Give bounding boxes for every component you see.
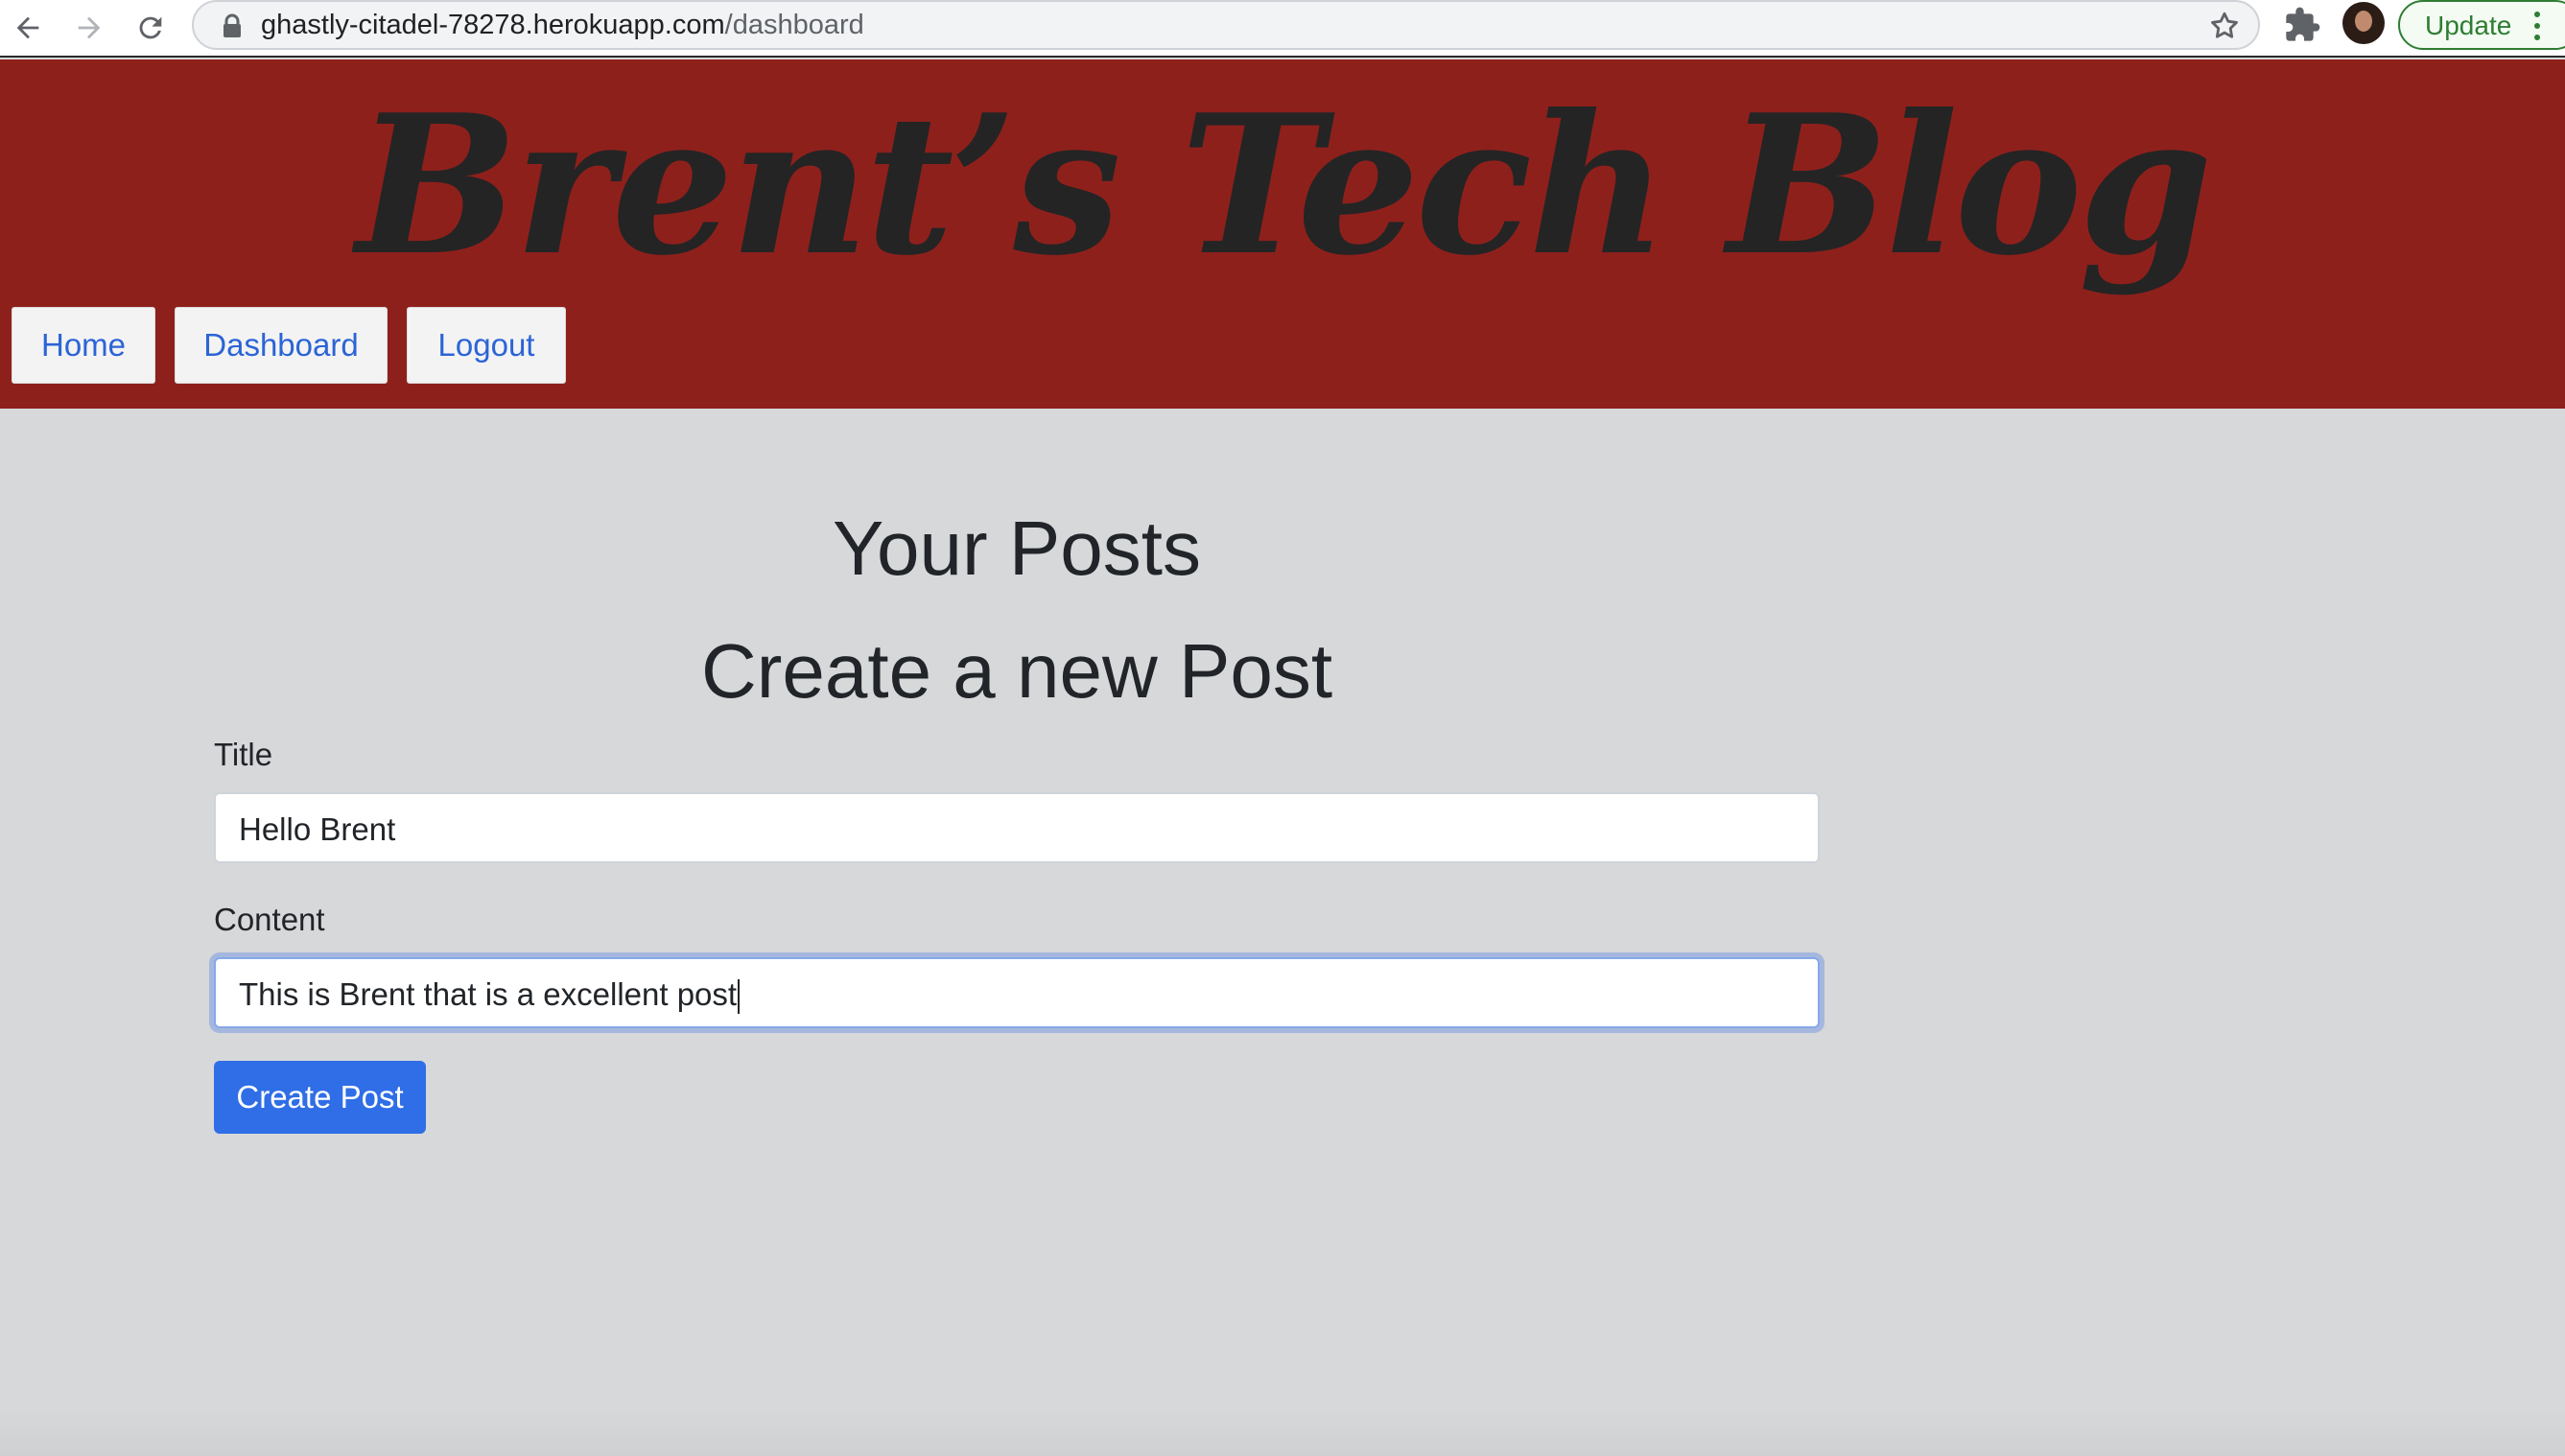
kebab-menu-icon[interactable] xyxy=(2532,10,2542,42)
content-input[interactable]: This is Brent that is a excellent post xyxy=(214,957,1820,1028)
text-caret xyxy=(738,979,741,1015)
title-label: Title xyxy=(214,737,273,772)
browser-toolbar: ghastly-citadel-78278.herokuapp.com/dash… xyxy=(0,0,2565,58)
content-input-value: This is Brent that is a excellent post xyxy=(239,976,738,1012)
url-text[interactable]: ghastly-citadel-78278.herokuapp.com/dash… xyxy=(261,10,864,41)
site-header: Brent’s Tech Blog Home Dashboard Logout xyxy=(0,59,2565,409)
dashboard-button[interactable]: Dashboard xyxy=(175,307,388,384)
reload-icon[interactable] xyxy=(129,6,173,50)
main-nav: Home Dashboard Logout xyxy=(12,307,566,384)
title-input-value: Hello Brent xyxy=(239,811,396,847)
title-input[interactable]: Hello Brent xyxy=(214,792,1820,863)
content-label: Content xyxy=(214,902,325,937)
lock-icon[interactable] xyxy=(221,13,244,38)
url-domain: ghastly-citadel-78278.herokuapp.com xyxy=(261,10,725,40)
url-path: /dashboard xyxy=(724,10,864,40)
address-bar[interactable]: ghastly-citadel-78278.herokuapp.com/dash… xyxy=(192,0,2260,50)
create-post-heading: Create a new Post xyxy=(700,628,1333,714)
profile-avatar[interactable] xyxy=(2342,2,2385,44)
extensions-icon[interactable] xyxy=(2283,6,2321,44)
back-icon[interactable] xyxy=(6,6,50,50)
bookmark-star-icon[interactable] xyxy=(2208,10,2241,42)
logout-button[interactable]: Logout xyxy=(407,307,566,384)
blog-title: Brent’s Tech Blog xyxy=(356,73,2213,298)
home-button[interactable]: Home xyxy=(12,307,155,384)
your-posts-heading: Your Posts xyxy=(833,505,1201,591)
bottom-shade xyxy=(0,1408,2565,1456)
forward-icon[interactable] xyxy=(67,6,111,50)
create-post-button[interactable]: Create Post xyxy=(214,1061,426,1134)
